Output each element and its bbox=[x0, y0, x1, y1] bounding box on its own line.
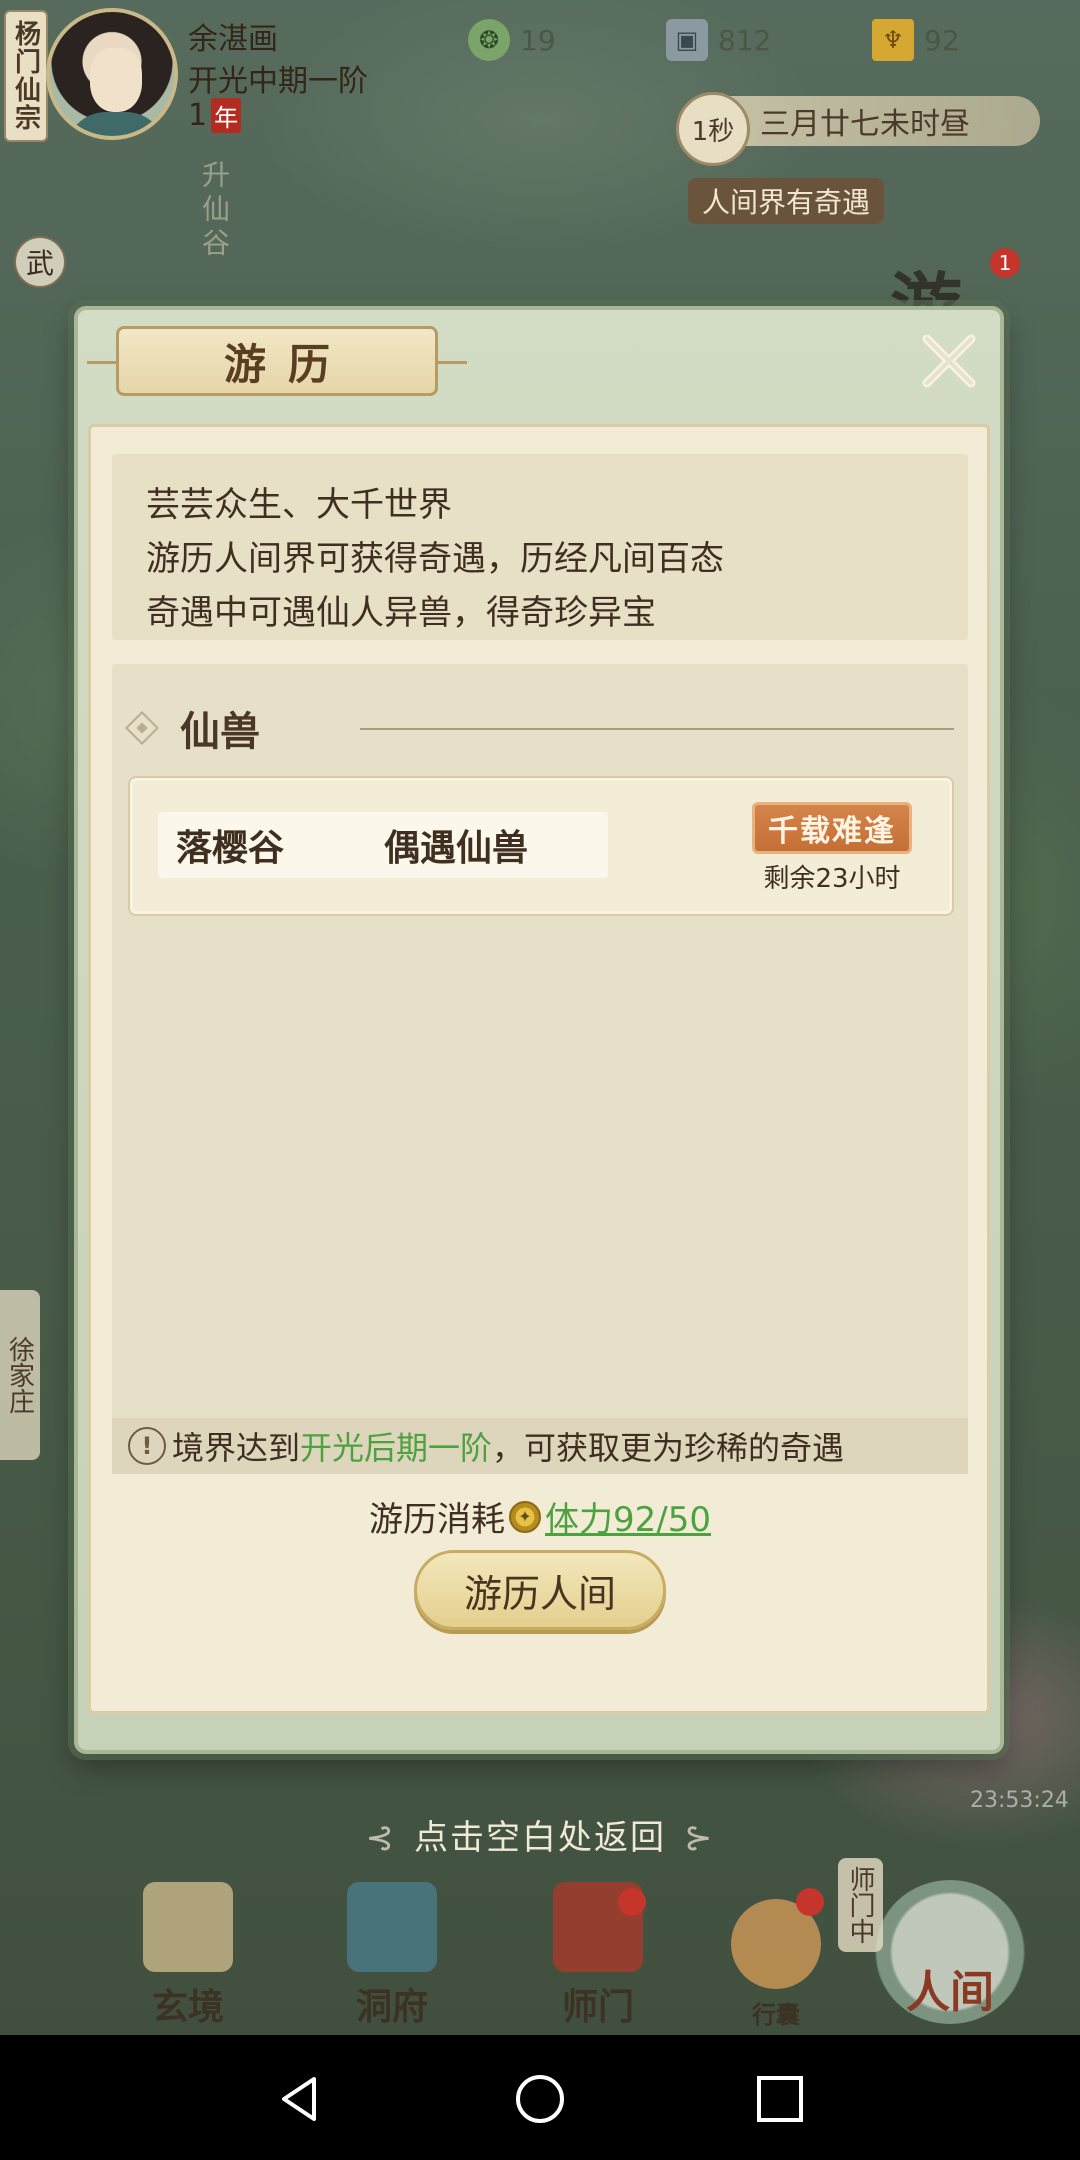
section-title: 仙兽 bbox=[180, 708, 260, 755]
recent-apps-icon[interactable] bbox=[754, 2073, 806, 2125]
resource-gold-value: 92 bbox=[924, 23, 960, 57]
intro-line: 游历人间界可获得奇遇，历经凡间百态 bbox=[146, 539, 724, 579]
cloud-left-icon: ⊰ bbox=[365, 1818, 396, 1858]
close-button[interactable] bbox=[916, 328, 982, 394]
return-hint[interactable]: ⊰ 点击空白处返回 ⊱ bbox=[0, 1810, 1080, 1859]
nav-label: 人间 bbox=[906, 1967, 994, 2018]
nav-shimen[interactable]: 师门 bbox=[528, 1880, 668, 2030]
village-label[interactable]: 徐家庄 bbox=[0, 1290, 40, 1460]
event-notice[interactable]: 人间界有奇遇 bbox=[688, 178, 884, 224]
player-realm: 开光中期一阶 bbox=[188, 64, 368, 99]
pavilion-icon bbox=[347, 1882, 437, 1972]
nav-label: 师门 bbox=[561, 1986, 634, 2028]
nav-dongfu[interactable]: 洞府 bbox=[322, 1880, 462, 2030]
notification-dot bbox=[796, 1888, 824, 1916]
nav-label: 玄境 bbox=[151, 1986, 224, 2028]
player-age: 1 年 bbox=[188, 98, 242, 133]
encounter-type: 偶遇仙兽 bbox=[384, 827, 529, 869]
martial-badge[interactable]: 武 bbox=[14, 236, 66, 288]
home-icon[interactable] bbox=[514, 2073, 566, 2125]
gold-ingot-icon: ♆ bbox=[872, 19, 914, 61]
intro-line: 奇遇中可遇仙人异兽，得奇珍异宝 bbox=[146, 593, 656, 633]
resource-spirit-value: 19 bbox=[520, 23, 556, 57]
avatar-robe bbox=[66, 112, 166, 136]
nav-bag[interactable]: 行囊 bbox=[706, 1880, 846, 2030]
travel-button[interactable]: 游历人间 bbox=[414, 1550, 666, 1630]
scroll-icon bbox=[143, 1882, 233, 1972]
encounter-place: 落樱谷 bbox=[176, 827, 285, 869]
time-speed-button[interactable]: 1秒 bbox=[676, 92, 750, 166]
avatar[interactable] bbox=[46, 8, 178, 140]
nav-label: 行囊 bbox=[752, 2000, 800, 2029]
sect-status-tag: 师门中 bbox=[838, 1858, 883, 1952]
resource-coins-value: 812 bbox=[718, 23, 772, 57]
map-location-label: 升仙谷 bbox=[198, 160, 231, 262]
resource-gold[interactable]: ♆ 92 bbox=[872, 18, 960, 62]
rarity-badge: 千载难逢 bbox=[752, 802, 912, 854]
back-icon[interactable] bbox=[274, 2073, 326, 2125]
notice-suffix: ，可获取更为珍稀的奇遇 bbox=[492, 1429, 845, 1467]
section-divider bbox=[360, 728, 954, 730]
player-age-unit: 年 bbox=[211, 98, 242, 133]
notification-dot bbox=[618, 1888, 646, 1916]
cloud-right-icon: ⊱ bbox=[684, 1818, 715, 1858]
resource-spirit[interactable]: ❂ 19 bbox=[468, 18, 556, 62]
intro-text-box: 芸芸众生、大千世界 游历人间界可获得奇遇，历经凡间百态 奇遇中可遇仙人异兽，得奇… bbox=[112, 454, 968, 640]
intro-line: 芸芸众生、大千世界 bbox=[146, 485, 452, 525]
player-age-value: 1 bbox=[188, 98, 208, 133]
sect-label: 杨门仙宗 bbox=[4, 10, 48, 142]
stamina-link[interactable]: 体力92/50 bbox=[545, 1492, 711, 1541]
cost-label: 游历消耗 bbox=[369, 1500, 505, 1540]
exclamation-icon: ! bbox=[128, 1427, 166, 1465]
encounter-time-left: 剩余23小时 bbox=[763, 864, 901, 894]
close-icon bbox=[922, 334, 976, 388]
realm-notice: ! 境界达到 开光后期一阶 ，可获取更为珍稀的奇遇 bbox=[112, 1418, 968, 1474]
dialog-title: 游历 bbox=[87, 326, 467, 396]
system-nav-bar bbox=[0, 2035, 1080, 2160]
encounter-label: 落樱谷 偶遇仙兽 bbox=[158, 812, 608, 878]
game-date: 三月廿七未时昼 bbox=[760, 107, 970, 142]
jade-swirl-icon: ❂ bbox=[468, 19, 510, 61]
coin-icon: ▣ bbox=[666, 19, 708, 61]
travel-cost: 游历消耗 ✦ 体力92/50 bbox=[0, 1492, 1080, 1541]
stamina-icon: ✦ bbox=[509, 1500, 541, 1533]
nav-xuanjing[interactable]: 玄境 bbox=[118, 1880, 258, 2030]
section-header: 仙兽 bbox=[120, 700, 960, 756]
notice-prefix: 境界达到 bbox=[172, 1429, 301, 1467]
player-name: 余湛画 bbox=[188, 22, 278, 57]
bottom-nav: 玄境 洞府 师门 行囊 人间 bbox=[0, 1870, 1080, 2035]
diamond-icon bbox=[125, 711, 159, 745]
avatar-face bbox=[90, 48, 142, 112]
resource-coins[interactable]: ▣ 812 bbox=[666, 18, 771, 62]
return-hint-text: 点击空白处返回 bbox=[414, 1818, 666, 1858]
travel-badge-count: 1 bbox=[990, 248, 1020, 278]
notice-highlight: 开光后期一阶 bbox=[300, 1429, 493, 1467]
nav-label: 洞府 bbox=[355, 1986, 428, 2028]
